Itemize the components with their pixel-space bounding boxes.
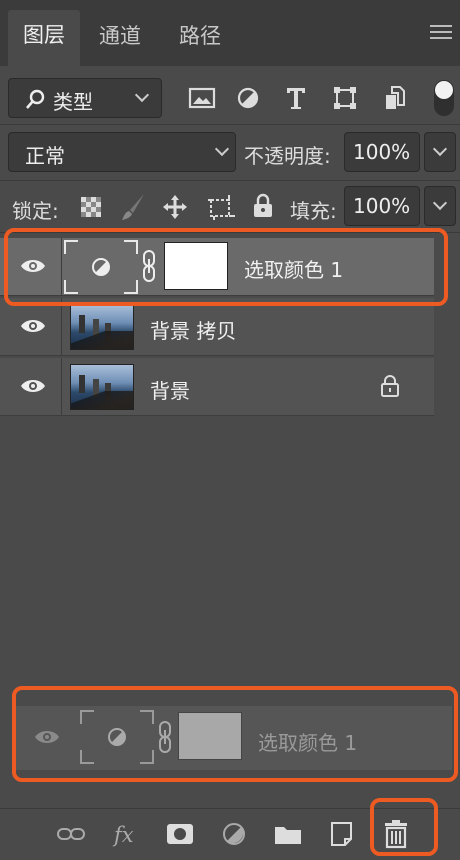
filter-toggle[interactable] bbox=[434, 80, 454, 116]
new-adjustment-layer-icon[interactable] bbox=[222, 822, 246, 846]
image-filter-icon[interactable] bbox=[188, 86, 216, 110]
chevron-down-icon bbox=[432, 141, 448, 157]
new-group-folder-icon[interactable] bbox=[274, 823, 302, 845]
chevron-down-icon bbox=[134, 87, 150, 103]
layer-row-background-copy[interactable]: 背景 拷贝 bbox=[0, 298, 434, 356]
chevron-down-icon bbox=[214, 141, 230, 157]
toggle-knob bbox=[435, 81, 453, 99]
adjustment-filter-icon[interactable] bbox=[236, 86, 260, 110]
link-layers-icon[interactable] bbox=[56, 827, 86, 841]
new-layer-icon[interactable] bbox=[330, 821, 354, 847]
fx-layer-style-icon[interactable]: fx bbox=[112, 821, 142, 849]
lock-artboard-icon[interactable] bbox=[206, 193, 236, 221]
layer-name: 背景 拷贝 bbox=[150, 319, 237, 343]
eye-icon bbox=[21, 380, 45, 392]
blend-mode-select[interactable]: 正常 bbox=[8, 132, 236, 172]
panel-tabbar: 图层 通道 路径 bbox=[0, 0, 460, 66]
highlight-box-selected-layer bbox=[4, 228, 448, 306]
opacity-dropdown-button[interactable] bbox=[424, 132, 456, 172]
smart-object-filter-icon[interactable] bbox=[382, 85, 406, 111]
blend-mode-value: 正常 bbox=[25, 144, 65, 168]
layer-image-thumbnail bbox=[70, 304, 134, 350]
type-filter-icon[interactable] bbox=[284, 85, 308, 111]
lock-all-icon[interactable] bbox=[252, 193, 274, 219]
layer-lock-icon bbox=[381, 375, 399, 397]
eye-icon bbox=[21, 320, 45, 332]
fill-label: 填充: bbox=[290, 199, 337, 223]
fill-input[interactable]: 100% bbox=[344, 186, 420, 226]
lock-position-move-icon[interactable] bbox=[162, 194, 188, 220]
visibility-toggle[interactable] bbox=[0, 298, 62, 355]
filter-type-select[interactable]: 类型 bbox=[8, 78, 162, 118]
highlight-box-drag-preview bbox=[12, 686, 458, 782]
visibility-toggle[interactable] bbox=[0, 358, 62, 415]
opacity-label: 不透明度: bbox=[244, 144, 331, 168]
lock-image-pixels-brush-icon[interactable] bbox=[120, 193, 146, 221]
divider bbox=[0, 180, 460, 181]
tab-channels[interactable]: 通道 bbox=[90, 14, 150, 58]
chevron-down-icon bbox=[432, 195, 448, 211]
fill-value: 100% bbox=[353, 194, 411, 218]
shape-filter-icon[interactable] bbox=[333, 86, 357, 110]
tab-layers[interactable]: 图层 bbox=[8, 10, 80, 66]
search-icon bbox=[26, 89, 45, 109]
opacity-input[interactable]: 100% bbox=[344, 132, 420, 172]
add-mask-icon[interactable] bbox=[166, 823, 194, 845]
filter-type-label: 类型 bbox=[53, 90, 93, 114]
layer-image-thumbnail bbox=[70, 364, 134, 410]
panel-menu-icon[interactable] bbox=[430, 25, 452, 41]
layer-row-background[interactable]: 背景 bbox=[0, 358, 434, 416]
divider bbox=[0, 124, 460, 125]
layer-name: 背景 bbox=[150, 379, 190, 403]
fill-dropdown-button[interactable] bbox=[424, 186, 456, 226]
opacity-value: 100% bbox=[353, 140, 411, 164]
lock-label: 锁定: bbox=[12, 199, 59, 223]
highlight-box-trash bbox=[370, 798, 438, 856]
lock-transparent-pixels-icon[interactable] bbox=[80, 196, 102, 218]
tab-paths[interactable]: 路径 bbox=[168, 14, 232, 58]
svg-text:fx: fx bbox=[112, 823, 134, 847]
